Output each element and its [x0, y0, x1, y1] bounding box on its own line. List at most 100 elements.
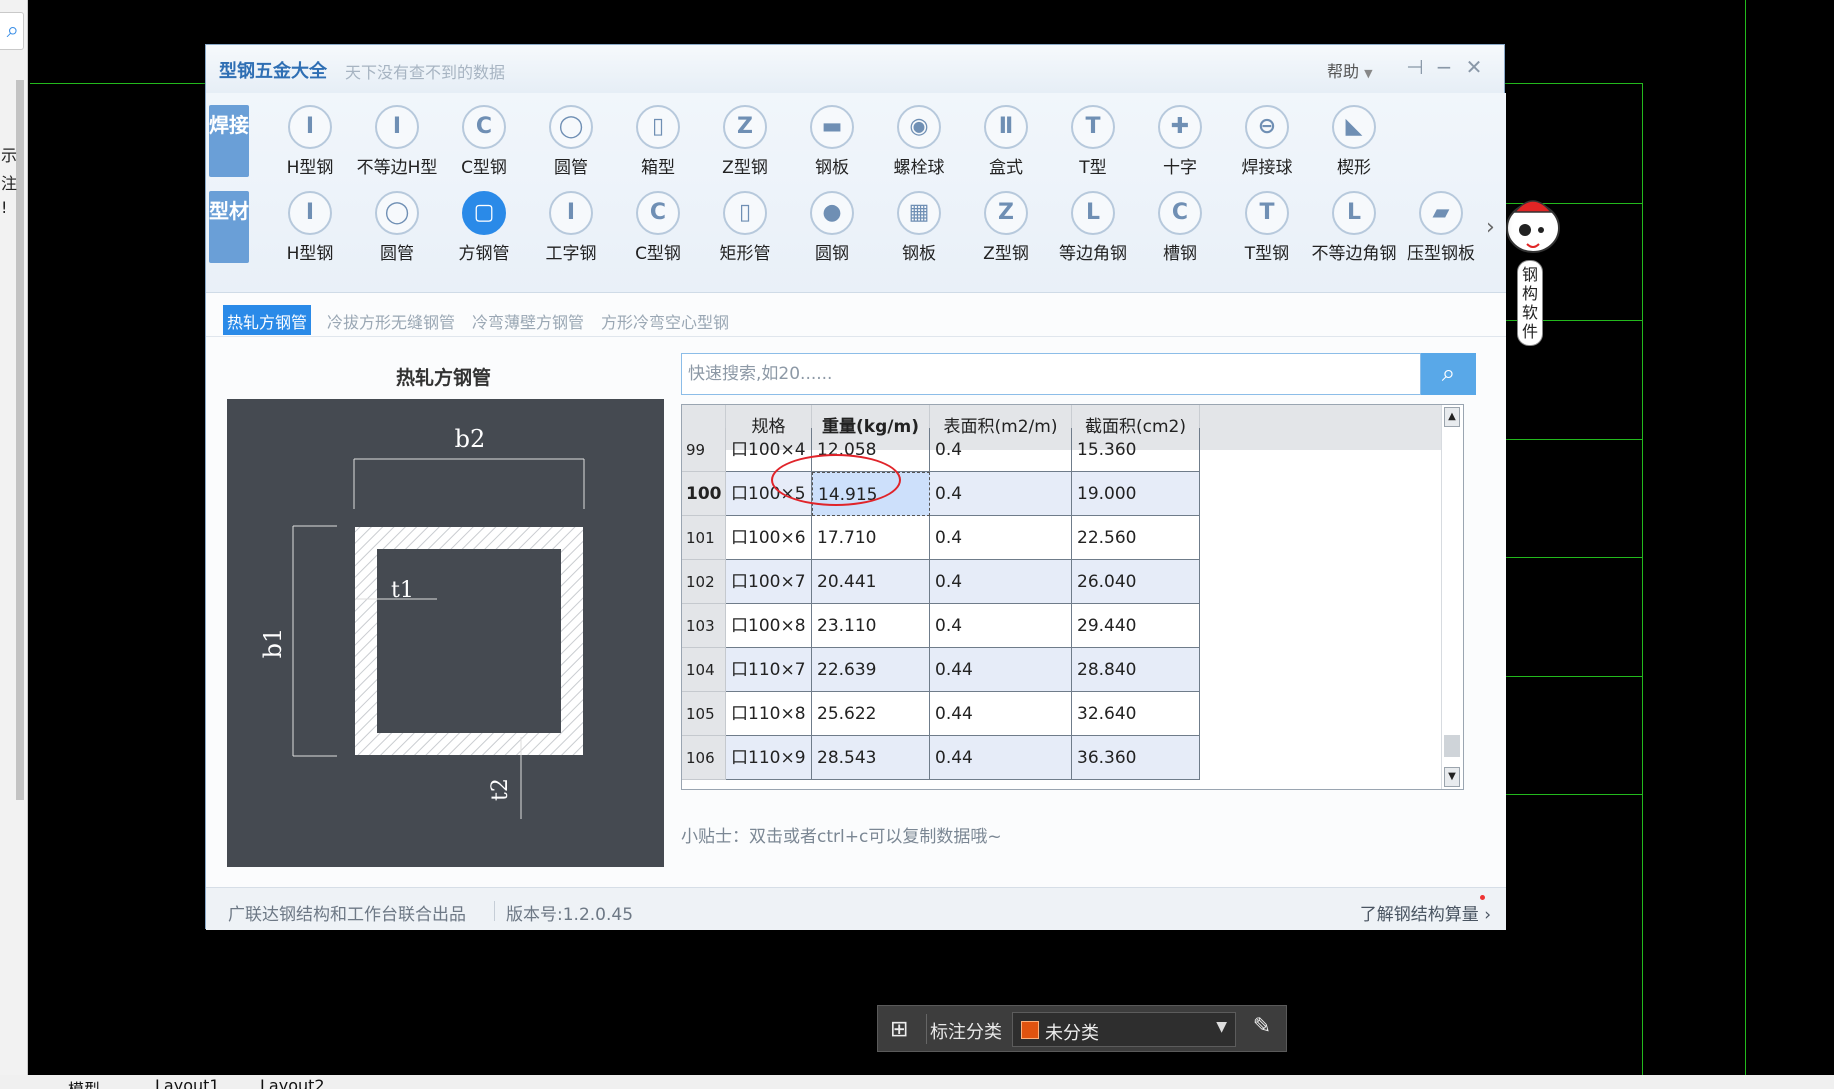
- table-cell-idx[interactable]: 106: [682, 736, 726, 780]
- tab-model[interactable]: 模型: [68, 1076, 100, 1089]
- minimize-icon[interactable]: −: [1432, 55, 1456, 79]
- category-item[interactable]: I H型钢: [267, 105, 353, 178]
- category-item[interactable]: C C型钢: [615, 191, 701, 264]
- annotation-category-select[interactable]: 未分类 ▼: [1012, 1012, 1236, 1047]
- table-cell-weight[interactable]: 25.622: [812, 692, 930, 736]
- table-cell-area[interactable]: 26.040: [1072, 560, 1200, 604]
- table-cell-area[interactable]: 15.360: [1072, 428, 1200, 472]
- subtab-cold-formed-hollow[interactable]: 方形冷弯空心型钢: [597, 305, 733, 335]
- category-item[interactable]: Z Z型钢: [963, 191, 1049, 264]
- grid-icon[interactable]: ⊞: [890, 1017, 908, 1042]
- table-cell-weight[interactable]: 23.110: [812, 604, 930, 648]
- search-button[interactable]: ⌕: [1421, 353, 1476, 395]
- category-tag-weld[interactable]: 焊接: [209, 105, 249, 177]
- table-cell-weight[interactable]: 22.639: [812, 648, 930, 692]
- edit-icon[interactable]: ✎: [1248, 1014, 1276, 1042]
- table-cell-spec[interactable]: 口100×6: [726, 516, 812, 560]
- chevron-right-icon[interactable]: ›: [1486, 215, 1495, 240]
- table-row[interactable]: 105 口110×8 25.622 0.44 32.640: [682, 692, 1202, 736]
- table-cell-area[interactable]: 32.640: [1072, 692, 1200, 736]
- table-row[interactable]: 106 口110×9 28.543 0.44 36.360: [682, 736, 1202, 780]
- table-cell-idx[interactable]: 102: [682, 560, 726, 604]
- category-item[interactable]: L 不等边角钢: [1311, 191, 1397, 264]
- category-item[interactable]: ◯ 圆管: [528, 105, 614, 178]
- left-panel-text: 注: [1, 174, 18, 193]
- table-cell-surface[interactable]: 0.44: [930, 736, 1072, 780]
- table-cell-idx[interactable]: 99: [682, 428, 726, 472]
- learn-more-link[interactable]: 了解钢结构算量 ›: [1360, 900, 1491, 925]
- category-item[interactable]: ◣ 楔形: [1311, 105, 1397, 178]
- table-scrollbar[interactable]: ▲ ▼: [1441, 405, 1463, 789]
- category-item[interactable]: I 工字钢: [528, 191, 614, 264]
- table-cell-area[interactable]: 22.560: [1072, 516, 1200, 560]
- category-item[interactable]: ▰ 压型钢板: [1398, 191, 1484, 264]
- table-cell-spec[interactable]: 口110×7: [726, 648, 812, 692]
- table-cell-surface[interactable]: 0.4: [930, 472, 1072, 516]
- table-row[interactable]: 104 口110×7 22.639 0.44 28.840: [682, 648, 1202, 692]
- scroll-up-icon[interactable]: ▲: [1444, 407, 1460, 427]
- scroll-down-icon[interactable]: ▼: [1444, 767, 1460, 787]
- category-item[interactable]: ● 圆钢: [789, 191, 875, 264]
- category-item[interactable]: C C型钢: [441, 105, 527, 178]
- category-item[interactable]: ▦ 钢板: [876, 191, 962, 264]
- category-tag-profile[interactable]: 型材: [209, 191, 249, 263]
- table-cell-idx[interactable]: 104: [682, 648, 726, 692]
- category-item[interactable]: ✚ 十字: [1137, 105, 1223, 178]
- table-cell-surface[interactable]: 0.44: [930, 648, 1072, 692]
- category-item[interactable]: Ⅱ 盒式: [963, 105, 1049, 178]
- table-cell-surface[interactable]: 0.4: [930, 516, 1072, 560]
- category-item[interactable]: T T型: [1050, 105, 1136, 178]
- table-row[interactable]: 103 口100×8 23.110 0.4 29.440: [682, 604, 1202, 648]
- category-item[interactable]: ⊖ 焊接球: [1224, 105, 1310, 178]
- table-cell-idx[interactable]: 101: [682, 516, 726, 560]
- search-icon[interactable]: ⌕: [0, 12, 24, 50]
- table-cell-weight[interactable]: 28.543: [812, 736, 930, 780]
- table-cell-surface[interactable]: 0.4: [930, 560, 1072, 604]
- category-item[interactable]: ▢ 方钢管: [441, 191, 527, 264]
- table-cell-surface[interactable]: 0.4: [930, 428, 1072, 472]
- table-cell-spec[interactable]: 口110×8: [726, 692, 812, 736]
- table-cell-surface[interactable]: 0.44: [930, 692, 1072, 736]
- scroll-thumb[interactable]: [1444, 735, 1460, 757]
- tab-layout1[interactable]: Layout1: [155, 1076, 220, 1089]
- table-cell-area[interactable]: 29.440: [1072, 604, 1200, 648]
- close-icon[interactable]: ✕: [1462, 55, 1486, 79]
- table-cell-idx[interactable]: 103: [682, 604, 726, 648]
- category-item[interactable]: ◉ 螺栓球: [876, 105, 962, 178]
- category-item[interactable]: T T型钢: [1224, 191, 1310, 264]
- table-cell-area[interactable]: 36.360: [1072, 736, 1200, 780]
- category-item[interactable]: L 等边角钢: [1050, 191, 1136, 264]
- table-row[interactable]: 102 口100×7 20.441 0.4 26.040: [682, 560, 1202, 604]
- subtab-cold-formed-thin[interactable]: 冷弯薄壁方钢管: [468, 305, 588, 335]
- category-item[interactable]: I H型钢: [267, 191, 353, 264]
- table-cell-area[interactable]: 19.000: [1072, 472, 1200, 516]
- table-cell-idx[interactable]: 105: [682, 692, 726, 736]
- mascot[interactable]: 钢构软件: [1503, 190, 1565, 370]
- subtab-hot-rolled[interactable]: 热轧方钢管: [223, 305, 312, 335]
- category-item[interactable]: C 槽钢: [1137, 191, 1223, 264]
- category-item[interactable]: I 不等边H型: [354, 105, 440, 178]
- table-cell-weight[interactable]: 20.441: [812, 560, 930, 604]
- table-cell-spec[interactable]: 口100×8: [726, 604, 812, 648]
- table-cell-spec[interactable]: 口110×9: [726, 736, 812, 780]
- pin-icon[interactable]: ⊣: [1403, 55, 1427, 79]
- table-cell-spec[interactable]: 口100×7: [726, 560, 812, 604]
- table-cell-idx[interactable]: 100: [682, 472, 726, 516]
- tab-layout2[interactable]: Layout2: [260, 1076, 325, 1089]
- category-item[interactable]: ▯ 矩形管: [702, 191, 788, 264]
- table-row[interactable]: 99 口100×4 12.058 0.4 15.360: [682, 428, 1202, 472]
- help-menu-button[interactable]: 帮助 ▼: [1327, 58, 1373, 82]
- category-item[interactable]: Z Z型钢: [702, 105, 788, 178]
- search-input[interactable]: [682, 354, 1420, 394]
- table-row[interactable]: 101 口100×6 17.710 0.4 22.560: [682, 516, 1202, 560]
- table-cell-weight[interactable]: 17.710: [812, 516, 930, 560]
- table-row[interactable]: 100 口100×5 14.915 0.4 19.000: [682, 472, 1202, 516]
- table-cell-surface[interactable]: 0.4: [930, 604, 1072, 648]
- category-item[interactable]: ◯ 圆管: [354, 191, 440, 264]
- category-item[interactable]: ▯ 箱型: [615, 105, 701, 178]
- subtab-cold-drawn[interactable]: 冷拔方形无缝钢管: [323, 305, 459, 335]
- left-panel-scrollbar[interactable]: [16, 80, 24, 800]
- title-bar[interactable]: 型钢五金大全 天下没有查不到的数据 帮助 ▼ ⊣ − ✕: [206, 45, 1504, 93]
- category-item[interactable]: ▬ 钢板: [789, 105, 875, 178]
- table-cell-area[interactable]: 28.840: [1072, 648, 1200, 692]
